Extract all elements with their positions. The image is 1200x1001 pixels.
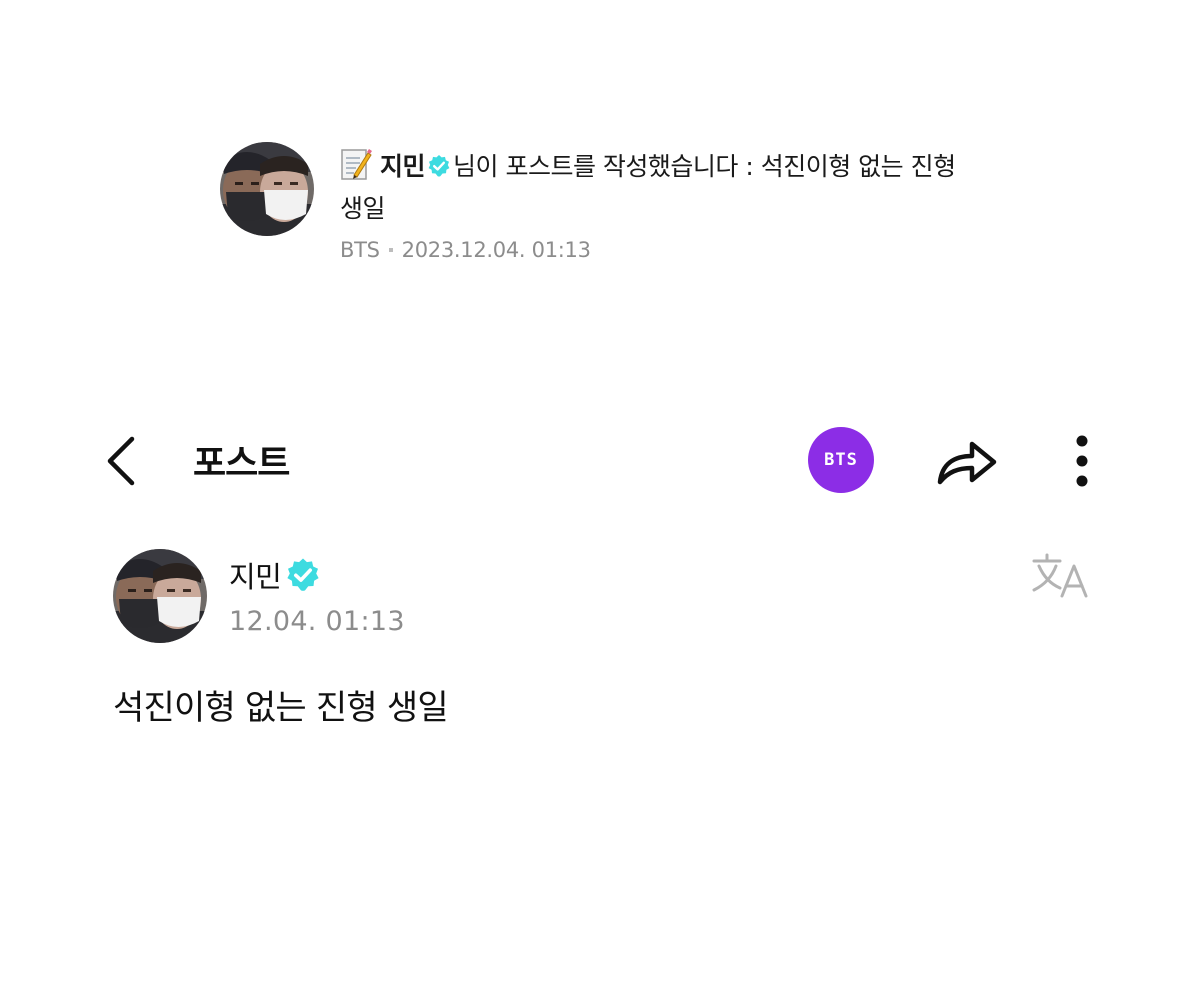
notification-text: 지민 님이 포스트를 작성했습니다 : 석진이형 없는 진형 생일 [340, 146, 970, 230]
author-name-row[interactable]: 지민 [229, 554, 321, 594]
notification-timestamp: 2023.12.04. 01:13 [401, 238, 591, 262]
community-name: BTS [340, 238, 380, 262]
author-name: 지민 [229, 560, 282, 594]
notification-author: 지민 [380, 152, 426, 181]
translate-button[interactable] [1030, 552, 1090, 600]
verified-badge-icon [287, 558, 319, 591]
translate-icon [1032, 553, 1088, 598]
memo-icon [341, 149, 372, 180]
avatar [220, 142, 314, 236]
avatar-photo [220, 142, 314, 236]
post-content: 석진이형 없는 진형 생일 [113, 688, 449, 728]
more-options-button[interactable] [1064, 432, 1100, 490]
author-avatar[interactable] [113, 549, 207, 643]
more-vertical-icon [1076, 435, 1088, 487]
post-header: 포스트 BTS [0, 420, 1200, 502]
page-title: 포스트 [193, 443, 290, 484]
back-button[interactable] [100, 434, 144, 488]
separator-dot [388, 248, 393, 252]
share-arrow-icon [937, 441, 997, 485]
share-button[interactable] [934, 432, 1000, 490]
community-badge-button[interactable]: BTS [808, 427, 874, 493]
notification-meta: BTS 2023.12.04. 01:13 [340, 238, 970, 262]
verified-badge-icon [428, 155, 450, 177]
chevron-left-icon [107, 436, 135, 486]
avatar-photo [113, 549, 207, 643]
post-date: 12.04. 01:13 [229, 606, 405, 637]
